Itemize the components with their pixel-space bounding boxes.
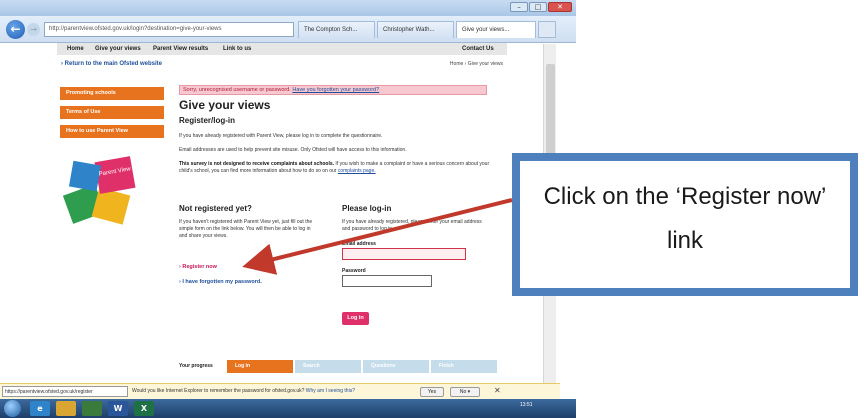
- nav-home[interactable]: Home: [67, 43, 84, 55]
- email-label: Email address: [342, 241, 376, 247]
- close-icon[interactable]: ✕: [494, 386, 501, 395]
- browser-tab[interactable]: The Compton Sch...: [298, 21, 375, 38]
- page-subtitle: Register/log-in: [179, 116, 236, 125]
- page-title: Give your views: [179, 98, 271, 112]
- not-registered-heading: Not registered yet?: [179, 204, 252, 213]
- password-notification-bar: https://parentview.ofsted.gov.uk/registe…: [0, 383, 560, 399]
- minimize-button[interactable]: –: [510, 2, 528, 12]
- no-button[interactable]: No ▾: [450, 387, 480, 397]
- breadcrumb: Home › Give your views: [449, 61, 503, 67]
- notification-message: Would you like Internet Explorer to reme…: [132, 388, 305, 394]
- login-heading: Please log-in: [342, 204, 392, 213]
- nav-link-to-us[interactable]: Link to us: [223, 43, 251, 55]
- password-field[interactable]: [342, 275, 432, 287]
- site-navigation: Home Give your views Parent View results…: [57, 43, 507, 55]
- puzzle-logo: Parent View: [62, 156, 136, 225]
- password-label: Password: [342, 268, 366, 274]
- instruction-callout: Click on the ‘Register now’ link: [512, 153, 858, 296]
- progress-step-login: Log in: [227, 360, 293, 373]
- title-bar: – □ ✕: [0, 0, 576, 16]
- not-registered-text: If you haven't registered with Parent Vi…: [179, 219, 313, 239]
- complaints-notice: This survey is not designed to receive c…: [179, 161, 495, 175]
- sidebar-item-how-to-use[interactable]: How to use Parent View: [60, 125, 164, 138]
- browser-tab[interactable]: Christopher Wath...: [377, 21, 454, 38]
- error-message: Sorry, unrecognised username or password…: [179, 85, 487, 95]
- nav-give-views[interactable]: Give your views: [95, 43, 141, 55]
- web-page: Home Give your views Parent View results…: [57, 43, 507, 383]
- callout-box: Click on the ‘Register now’ link: [520, 161, 850, 288]
- nav-contact[interactable]: Contact Us: [462, 43, 494, 55]
- back-button[interactable]: ←: [6, 20, 25, 39]
- complaints-page-link[interactable]: complaints page.: [338, 168, 376, 174]
- progress-step-search: Search: [295, 360, 361, 373]
- progress-step-finish: Finish: [431, 360, 497, 373]
- close-window-button[interactable]: ✕: [548, 2, 572, 12]
- folder-icon[interactable]: [56, 401, 76, 416]
- browser-toolbar: ← → http://parentview.ofsted.gov.uk/logi…: [0, 16, 576, 43]
- nav-results[interactable]: Parent View results: [153, 43, 208, 55]
- progress-step-questions: Questions: [363, 360, 429, 373]
- forward-button[interactable]: →: [27, 23, 40, 36]
- email-field[interactable]: [342, 248, 466, 260]
- start-button[interactable]: [4, 400, 21, 417]
- word-icon[interactable]: W: [108, 401, 128, 416]
- yes-button[interactable]: Yes: [420, 387, 444, 397]
- forgot-password-link[interactable]: Have you forgotten your password?: [292, 87, 379, 93]
- register-now-link[interactable]: › Register now: [179, 264, 217, 270]
- clock: 13:51: [520, 402, 533, 408]
- excel-icon[interactable]: X: [134, 401, 154, 416]
- browser-window: – □ ✕ ← → http://parentview.ofsted.gov.u…: [0, 0, 576, 418]
- sidebar-item-terms-of-use[interactable]: Terms of Use: [60, 106, 164, 119]
- new-tab-button[interactable]: [538, 21, 556, 38]
- intro-text: If you have already registered with Pare…: [179, 133, 383, 139]
- status-url: https://parentview.ofsted.gov.uk/registe…: [2, 386, 128, 397]
- why-link[interactable]: Why am I seeing this?: [306, 388, 355, 394]
- email-usage-text: Email addresses are used to help prevent…: [179, 147, 407, 153]
- browser-tab-active[interactable]: Give your views...: [456, 21, 536, 38]
- address-bar[interactable]: http://parentview.ofsted.gov.uk/login?de…: [44, 22, 294, 37]
- complaints-notice-bold: This survey is not designed to receive c…: [179, 161, 335, 167]
- maximize-button[interactable]: □: [529, 2, 547, 12]
- media-icon[interactable]: [82, 401, 102, 416]
- callout-text: Click on the ‘Register now’ link: [543, 183, 827, 254]
- ie-icon[interactable]: e: [30, 401, 50, 416]
- taskbar: e W X 13:51: [0, 399, 576, 418]
- notification-text: Would you like Internet Explorer to reme…: [132, 384, 355, 399]
- return-link[interactable]: › Return to the main Ofsted website: [61, 61, 162, 67]
- sidebar-item-promoting-schools[interactable]: Promoting schools: [60, 87, 164, 100]
- progress-label: Your progress: [179, 363, 213, 369]
- progress-tracker: Your progress Log in Search Questions Fi…: [179, 360, 509, 373]
- login-button[interactable]: Log in: [342, 312, 369, 325]
- error-text: Sorry, unrecognised username or password…: [183, 87, 291, 93]
- forgotten-password-link[interactable]: › I have forgotten my password.: [179, 279, 262, 285]
- login-text: If you have already registered, please e…: [342, 219, 482, 232]
